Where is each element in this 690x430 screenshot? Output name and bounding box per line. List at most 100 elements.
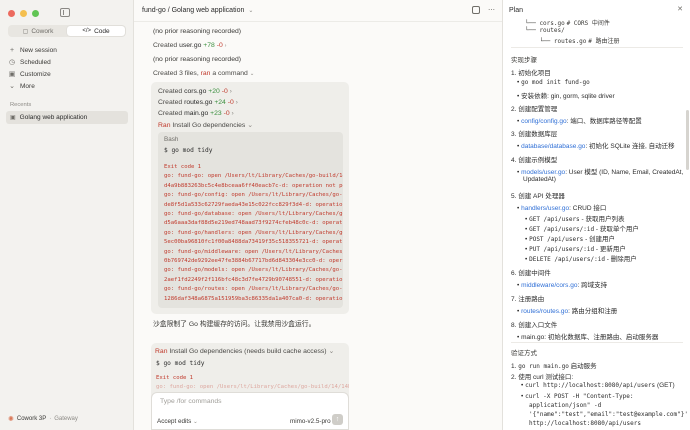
ran-command-row[interactable]: Ran Install Go dependencies (needs build… [155, 347, 334, 355]
accept-edits-toggle[interactable]: Accept edits ⌄ [157, 418, 198, 425]
error-line: d4a9b883263bc5c4e8bceaa6ff40eacb7c-d: op… [164, 182, 343, 189]
plus-icon: + [9, 46, 15, 54]
file-link[interactable]: routes/routes.go [521, 308, 568, 315]
lines-added: +24 [214, 99, 226, 106]
file-link[interactable]: config/config.go [521, 118, 567, 125]
plan-step: 2. 创建配置管理 [511, 103, 557, 113]
file-name: main.go [184, 110, 209, 117]
plan-bullet: • handlers/user.go: CRUD 接口 [517, 202, 606, 212]
mode-code-label: Code [94, 27, 110, 35]
plan-step: 7. 注册路由 [511, 293, 544, 303]
chevron-down-icon: ⌄ [248, 8, 254, 14]
brand-logo-icon: ✺ [8, 416, 14, 423]
created-file-row[interactable]: Created routes.go +24 -0 › [158, 99, 238, 106]
message-input[interactable]: Type /for commands [160, 398, 222, 405]
created-file-row[interactable]: Created cors.go +20 -0 › [158, 88, 232, 95]
step-number: 3. [511, 131, 517, 138]
breadcrumb[interactable]: fund-go / Golang web application ⌄ [142, 7, 253, 14]
verify-step: 1. go run main.go 启动服务 [511, 360, 597, 370]
ran-description: Install Go dependencies [172, 122, 246, 129]
file-link[interactable]: handlers/user.go [521, 205, 569, 212]
step-number: 5. [511, 193, 517, 200]
tool-summary[interactable]: Created 3 files, ran a command ⌄ [153, 70, 254, 77]
breadcrumb-session: Golang web application [171, 7, 245, 14]
minimize-window-button[interactable] [20, 10, 27, 17]
close-window-button[interactable] [8, 10, 15, 17]
error-line: go: fund-go/handlers: open /Users/lt/Lib… [164, 229, 343, 236]
divider [511, 47, 683, 48]
step-number: 2. [511, 374, 517, 381]
bullet: • [525, 216, 528, 223]
file-name: routes.go [184, 99, 213, 106]
tree-line: └── cors.go # CORS 中间件 [525, 18, 610, 27]
footer-separator: · [49, 416, 52, 422]
error-line: d5a6aaa3daf88d5e219ed748aad73f9274cfeb48… [164, 220, 343, 227]
chevron-down-icon: ⌄ [328, 348, 335, 355]
send-button[interactable]: ↑ [332, 414, 343, 425]
plan-bullet-continued: UpdatedAt) [523, 176, 556, 183]
recent-session-item[interactable]: ▣ Golang web application [6, 111, 128, 124]
sidebar-item-label: Customize [20, 70, 51, 78]
more-icon[interactable]: ⋯ [488, 6, 495, 14]
sidebar-item-customize[interactable]: ▣ Customize [8, 68, 128, 80]
bullet-text: : 端口、数据库路径等配置 [566, 118, 642, 125]
window-controls [8, 10, 39, 17]
chevron-right-icon: › [224, 43, 227, 49]
file-link[interactable]: middleware/cors.go [521, 282, 577, 289]
created-file-row[interactable]: Created main.go +23 -0 › [158, 110, 234, 117]
chat-topbar: fund-go / Golang web application ⌄ ⋯ [134, 0, 502, 22]
composer: Type /for commands Accept edits ⌄ mimo-v… [151, 392, 349, 430]
sidebar-item-scheduled[interactable]: ◷ Scheduled [8, 56, 128, 68]
mode-cowork[interactable]: ▢ Cowork [9, 26, 67, 36]
plan-step: 3. 创建数据库层 [511, 128, 557, 138]
plan-scrollbar[interactable] [686, 110, 689, 170]
bullet-text: : 跨域支持 [577, 282, 608, 289]
zoom-window-button[interactable] [32, 10, 39, 17]
plan-panel: Plan ✕ └── cors.go # CORS 中间件 └── routes… [503, 0, 690, 430]
lines-removed: -0 [216, 42, 223, 49]
curl-line: • curl -X POST -H "Content-Type: [521, 393, 633, 400]
sidebar-toggle-icon[interactable] [60, 8, 70, 17]
mode-code[interactable]: </> Code [67, 26, 125, 36]
file-link[interactable]: database/database.go [521, 143, 585, 150]
ran-command-row[interactable]: Ran Install Go dependencies ⌄ [158, 121, 253, 129]
error-line: Exit code 1 [164, 164, 202, 170]
panel-toggle-icon[interactable] [472, 6, 480, 14]
chevron-right-icon: › [231, 110, 234, 117]
bullet: • [517, 334, 520, 341]
plan-bullet: • 安装依赖: gin, gorm, sqlite driver [517, 90, 615, 100]
bullet-code: PUT /api/users/:id [529, 246, 595, 253]
lines-added: +20 [208, 88, 220, 95]
recent-session-label: Golang web application [19, 114, 88, 121]
clock-icon: ◷ [8, 59, 16, 66]
bash-error-output: Exit code 1 go: fund-go: open /Users/lt/L… [156, 374, 349, 393]
step-number: 4. [511, 157, 517, 164]
plan-sub-bullet: • DELETE /api/users/:id - 删除用户 [525, 253, 637, 263]
sidebar-item-more[interactable]: ⌄ More [8, 80, 128, 92]
bullet-code: DELETE /api/users/:id [529, 256, 605, 263]
sidebar-item-new-session[interactable]: + New session [8, 44, 128, 56]
step-title: 初始化项目 [518, 70, 551, 77]
curl-line: '{"name":"test","email":"test@example.co… [529, 411, 688, 418]
lines-removed: -0 [223, 110, 230, 117]
step-number: 6. [511, 270, 517, 277]
step-title: 创建示例模型 [518, 157, 558, 164]
bullet-code: curl -X POST -H "Content-Type: [525, 393, 634, 400]
bash-command: $ go mod tidy [164, 147, 213, 154]
chevron-right-icon: › [229, 88, 232, 95]
close-icon[interactable]: ✕ [677, 5, 683, 13]
bullet-code: GET /api/users/:id [529, 226, 595, 233]
tree-text: └── cors.go [525, 20, 565, 27]
sidebar-footer[interactable]: ✺ Cowork 3P · Gateway [8, 415, 78, 423]
file-link[interactable]: models/user.go [521, 169, 565, 176]
curl-line: • curl http://localhost:8080/api/users (… [521, 382, 675, 389]
created-file-row[interactable]: Created user.go +78 -0 › [153, 42, 226, 49]
bullet-text: - 获取用户列表 [579, 216, 625, 223]
model-selector[interactable]: mimo-v2.5-pro ⌄ [290, 418, 337, 425]
step-number: 7. [511, 296, 517, 303]
bullet-text: (GET) [655, 382, 675, 389]
chevron-down-icon: ⌄ [193, 419, 198, 425]
bullet-file: main.go [521, 334, 545, 341]
accept-edits-label: Accept edits [157, 418, 192, 425]
bullet: • [517, 205, 520, 212]
